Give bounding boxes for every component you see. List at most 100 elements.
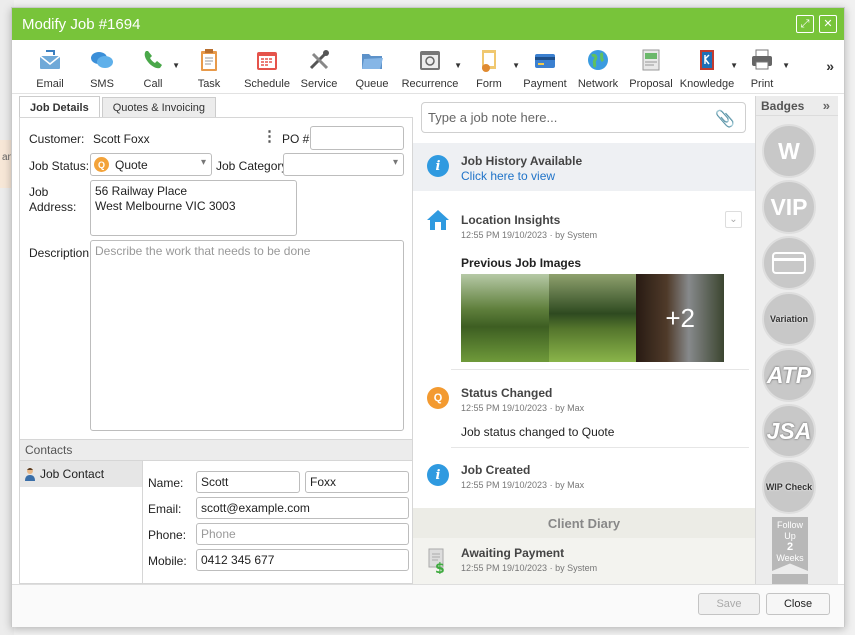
badge-jsa[interactable]: JSA (762, 404, 816, 458)
toolbar-knowledge-button[interactable]: Knowledge ▼ (678, 40, 738, 94)
close-window-button[interactable]: ✕ (819, 15, 837, 33)
history-link[interactable]: Click here to view (461, 169, 555, 183)
address-line-1: 56 Railway Place (95, 184, 188, 198)
status-changed-meta: 12:55 PM 19/10/2023 · by Max (461, 403, 585, 413)
paperclip-icon[interactable]: 📎 (715, 109, 735, 129)
tab-quotes-invoicing[interactable]: Quotes & Invoicing (101, 97, 217, 118)
job-note-input[interactable]: Type a job note here... 📎 (421, 102, 746, 133)
description-placeholder: Describe the work that needs to be done (95, 244, 311, 258)
job-image-thumbnail[interactable]: +2 (636, 274, 725, 362)
dropdown-caret-icon: ▼ (782, 61, 790, 70)
more-images-count: +2 (636, 274, 725, 362)
expand-insights-button[interactable]: ⌄ (725, 211, 742, 228)
contact-email-label: Email: (148, 502, 182, 516)
toolbar-label: Form (476, 78, 502, 90)
toolbar-task-button[interactable]: Task (178, 40, 240, 94)
job-created-meta: 12:55 PM 19/10/2023 · by Max (461, 480, 585, 490)
customer-value[interactable]: Scott Foxx (93, 132, 150, 146)
calendar-icon (257, 52, 277, 70)
job-created-title: Job Created (461, 463, 531, 477)
badge-variation[interactable]: Variation (762, 292, 816, 346)
job-image-thumbnail[interactable] (461, 274, 549, 362)
toolbar-proposal-button[interactable]: Proposal (624, 40, 678, 94)
toolbar-form-button[interactable]: Form ▼ (460, 40, 520, 94)
toolbar-network-button[interactable]: Network (572, 40, 624, 94)
toolbar-payment-button[interactable]: Payment (518, 40, 572, 94)
status-changed-body: Job status changed to Quote (461, 425, 615, 439)
toolbar-label: Payment (523, 78, 567, 90)
awaiting-payment-title: Awaiting Payment (461, 546, 565, 560)
contact-mobile-input[interactable]: 0412 345 677 (196, 549, 409, 571)
maximize-button[interactable]: ⤢ (796, 15, 814, 33)
book-icon (700, 50, 714, 70)
network-icon (588, 50, 608, 70)
chevron-down-icon: ▾ (392, 157, 398, 168)
contact-mobile-label: Mobile: (148, 554, 187, 568)
contact-last-name-input[interactable]: Foxx (305, 471, 409, 493)
previous-images-title: Previous Job Images (461, 256, 582, 270)
badges-title: Badges (761, 98, 805, 113)
customer-menu-icon[interactable]: ⋮ (262, 127, 277, 145)
toolbar-email-button[interactable]: Email (24, 40, 76, 94)
credit-card-icon (772, 252, 806, 274)
contacts-section: Contacts Job Contact Name: Scott Foxx Em… (19, 439, 413, 584)
badge-card[interactable] (762, 236, 816, 290)
job-status-select[interactable]: Q Quote ▾ (90, 153, 212, 176)
chevron-down-icon: ▾ (200, 157, 206, 168)
dialog-footer: Save Close (12, 584, 844, 627)
follow-up-count: 2 (786, 541, 794, 553)
contact-email-input[interactable]: scott@example.com (196, 497, 409, 519)
description-textarea[interactable]: Describe the work that needs to be done (90, 240, 404, 431)
toolbar-label: Service (300, 78, 338, 90)
contact-phone-input[interactable]: Phone (196, 523, 409, 545)
badge-atp[interactable]: ATP (762, 348, 816, 402)
toolbar-print-button[interactable]: Print ▼ (736, 40, 790, 94)
contact-item-job-contact[interactable]: Job Contact (20, 461, 142, 487)
close-button[interactable]: Close (766, 593, 830, 615)
job-address-label-2: Address: (29, 200, 77, 214)
toolbar-schedule-button[interactable]: Schedule (240, 40, 294, 94)
follow-up-label: Follow Up (776, 520, 803, 541)
toolbar-sms-button[interactable]: SMS (76, 40, 128, 94)
badge-follow-up[interactable]: Follow Up 2 Weeks (772, 517, 808, 571)
close-icon: ✕ (823, 17, 833, 30)
credit-card-icon (535, 54, 555, 68)
collapse-badges-icon[interactable]: » (823, 98, 830, 113)
expand-icon: ⤢ (800, 17, 810, 30)
badge-w[interactable]: W (762, 124, 816, 178)
toolbar-label: Call (143, 78, 163, 90)
svg-text:$: $ (435, 561, 445, 574)
recurrence-icon (420, 51, 440, 70)
job-image-thumbnail[interactable] (548, 274, 637, 362)
toolbar-recurrence-button[interactable]: Recurrence ▼ (400, 40, 462, 94)
badge-vip[interactable]: VIP (762, 180, 816, 234)
toolbar-queue-button[interactable]: Queue (344, 40, 400, 94)
quote-status-icon: Q (427, 387, 449, 409)
contact-phone-label: Phone: (148, 528, 187, 542)
toolbar-call-button[interactable]: Call ▼ (128, 40, 180, 94)
toolbar-service-button[interactable]: Service (294, 40, 344, 94)
toolbar-label: Queue (355, 78, 389, 90)
badges-panel: Badges » W VIP Variation ATP JSA WIP Che… (755, 96, 838, 584)
tab-bar: Job Details Quotes & Invoicing (19, 96, 413, 118)
toolbar-label: SMS (90, 78, 114, 90)
badge-partial (772, 574, 808, 584)
client-diary-entry: $ Awaiting Payment 12:55 PM 19/10/2023 ·… (413, 538, 755, 584)
job-address-input[interactable]: 56 Railway Place West Melbourne VIC 3003 (90, 180, 297, 236)
tab-job-details[interactable]: Job Details (19, 96, 100, 118)
job-category-select[interactable]: ▾ (283, 153, 404, 176)
job-address-label-1: Job (29, 185, 49, 199)
customer-label: Customer: (29, 132, 85, 146)
po-number-input[interactable] (310, 126, 404, 150)
badge-wip-check[interactable]: WIP Check (762, 460, 816, 514)
toolbar-more-button[interactable]: » (826, 58, 834, 74)
po-label: PO # (282, 132, 310, 146)
toolbar-label: Task (197, 78, 221, 90)
location-insights-meta: 12:55 PM 19/10/2023 · by System (461, 230, 598, 240)
badges-header: Badges » (756, 96, 838, 116)
chevron-down-icon: ⌄ (729, 214, 738, 225)
save-button[interactable]: Save (698, 593, 760, 615)
previous-job-images: +2 (461, 274, 725, 362)
phone-placeholder: Phone (201, 527, 236, 541)
contact-first-name-input[interactable]: Scott (196, 471, 300, 493)
